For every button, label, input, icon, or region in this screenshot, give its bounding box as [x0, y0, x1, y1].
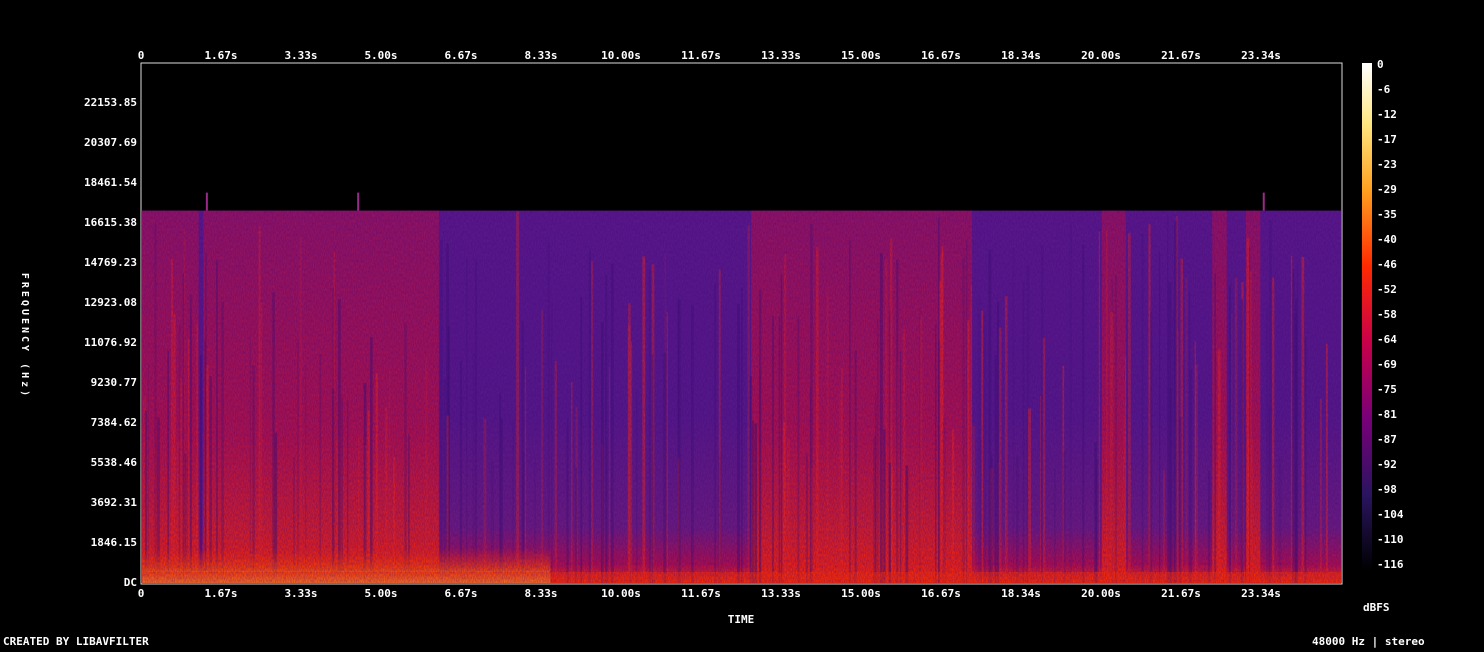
- colorbar-tick-11: -64: [1377, 333, 1397, 346]
- colorbar-tick-14: -81: [1377, 408, 1397, 421]
- y-axis-label: FREQUENCY (Hz): [19, 273, 30, 399]
- colorbar-tick-16: -92: [1377, 458, 1397, 471]
- x-tick-bottom-1: 1.67s: [204, 587, 237, 600]
- y-tick-labels: DC 1846.15 3692.31 5538.46 7384.62 9230.77 110…: [84, 96, 137, 589]
- colorbar-tick-13: -75: [1377, 383, 1397, 396]
- x-tick-bottom-0: 0: [138, 587, 145, 600]
- y-tick-3: 5538.46: [91, 456, 138, 469]
- y-tick-11: 20307.69: [84, 136, 137, 149]
- spectrogram-chart: 0 1.67s 3.33s 5.00s 6.67s 8.33s 10.00s 11.67s 13…: [3, 49, 1425, 648]
- y-tick-2: 3692.31: [91, 496, 138, 509]
- colorbar: [1362, 63, 1372, 571]
- x-tick-top-8: 13.33s: [761, 49, 801, 62]
- x-tick-top-9: 15.00s: [841, 49, 881, 62]
- x-tick-bottom-4: 6.67s: [444, 587, 477, 600]
- x-tick-top-4: 6.67s: [444, 49, 477, 62]
- colorbar-tick-10: -58: [1377, 308, 1397, 321]
- x-axis-label: TIME: [728, 613, 755, 626]
- x-tick-top-5: 8.33s: [524, 49, 557, 62]
- x-tick-top-3: 5.00s: [364, 49, 397, 62]
- footer-sample-info: 48000 Hz | stereo: [1312, 635, 1425, 648]
- x-tick-bottom-11: 18.34s: [1001, 587, 1041, 600]
- x-tick-top-7: 11.67s: [681, 49, 721, 62]
- noise-overlay: [142, 210, 1341, 583]
- y-tick-9: 16615.38: [84, 216, 137, 229]
- y-tick-6: 11076.92: [84, 336, 137, 349]
- x-tick-bottom-9: 15.00s: [841, 587, 881, 600]
- spike-1: [357, 192, 360, 211]
- x-tick-bottom-12: 20.00s: [1081, 587, 1121, 600]
- x-tick-top-1: 1.67s: [204, 49, 237, 62]
- y-tick-5: 9230.77: [91, 376, 137, 389]
- x-tick-top-13: 21.67s: [1161, 49, 1201, 62]
- x-tick-top-14: 23.34s: [1241, 49, 1281, 62]
- colorbar-tick-0: 0: [1377, 58, 1384, 71]
- x-tick-bottom-8: 13.33s: [761, 587, 801, 600]
- x-tick-bottom-10: 16.67s: [921, 587, 961, 600]
- x-tick-bottom-3: 5.00s: [364, 587, 397, 600]
- colorbar-tick-6: -35: [1377, 208, 1397, 221]
- y-tick-7: 12923.08: [84, 296, 137, 309]
- colorbar-tick-3: -17: [1377, 133, 1397, 146]
- x-tick-top-2: 3.33s: [284, 49, 317, 62]
- x-tick-top-10: 16.67s: [921, 49, 961, 62]
- colorbar-tick-8: -46: [1377, 258, 1397, 271]
- x-tick-bottom-6: 10.00s: [601, 587, 641, 600]
- spike-2: [1262, 192, 1265, 211]
- x-tick-top-6: 10.00s: [601, 49, 641, 62]
- y-tick-12: 22153.85: [84, 96, 137, 109]
- x-tick-labels-bottom: 0 1.67s 3.33s 5.00s 6.67s 8.33s 10.00s 11.67s 13…: [138, 587, 1281, 600]
- x-tick-labels-top: 0 1.67s 3.33s 5.00s 6.67s 8.33s 10.00s 11.67s 13…: [138, 49, 1281, 62]
- colorbar-tick-19: -110: [1377, 533, 1404, 546]
- colorbar-tick-labels: 0 -6 -12 -17 -23 -29 -35 -40 -46 -52 -58 -64 -69 -75 -…: [1377, 58, 1404, 571]
- x-tick-bottom-7: 11.67s: [681, 587, 721, 600]
- colorbar-tick-12: -69: [1377, 358, 1397, 371]
- colorbar-tick-18: -104: [1377, 508, 1404, 521]
- x-tick-top-11: 18.34s: [1001, 49, 1041, 62]
- x-tick-top-0: 0: [138, 49, 145, 62]
- colorbar-label: dBFS: [1363, 601, 1390, 614]
- y-tick-4: 7384.62: [91, 416, 137, 429]
- x-tick-bottom-13: 21.67s: [1161, 587, 1201, 600]
- colorbar-tick-17: -98: [1377, 483, 1397, 496]
- colorbar-tick-9: -52: [1377, 283, 1397, 296]
- y-tick-0: DC: [124, 576, 137, 589]
- x-tick-bottom-14: 23.34s: [1241, 587, 1281, 600]
- colorbar-tick-20: -116: [1377, 558, 1404, 571]
- spike-0: [205, 192, 208, 211]
- colorbar-tick-2: -12: [1377, 108, 1397, 121]
- x-tick-bottom-5: 8.33s: [524, 587, 557, 600]
- y-tick-8: 14769.23: [84, 256, 137, 269]
- footer-created-by: CREATED BY LIBAVFILTER: [3, 635, 149, 648]
- colorbar-tick-5: -29: [1377, 183, 1397, 196]
- colorbar-tick-7: -40: [1377, 233, 1397, 246]
- x-tick-top-12: 20.00s: [1081, 49, 1121, 62]
- colorbar-tick-15: -87: [1377, 433, 1397, 446]
- y-tick-10: 18461.54: [84, 176, 137, 189]
- x-tick-bottom-2: 3.33s: [284, 587, 317, 600]
- colorbar-tick-4: -23: [1377, 158, 1397, 171]
- spectrogram-image: [141, 192, 1341, 584]
- y-tick-1: 1846.15: [91, 536, 137, 549]
- colorbar-tick-1: -6: [1377, 83, 1391, 96]
